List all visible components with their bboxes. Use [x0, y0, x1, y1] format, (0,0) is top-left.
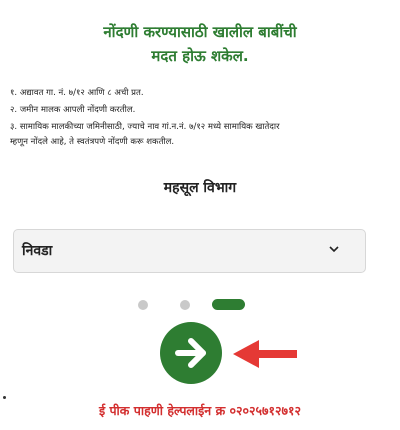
pagination-indicator: [0, 298, 400, 312]
department-select[interactable]: निवडा: [13, 229, 366, 273]
page-dot-1: [138, 300, 148, 310]
chevron-down-icon: [329, 246, 339, 253]
requirement-item: १. अद्यावत गा. नं. ७/१२ आणि ८ अची प्रत.: [10, 88, 144, 98]
requirement-item: ३. सामायिक मालकीच्या जमिनीसाठी, ज्याचे न…: [10, 122, 280, 132]
heading-line-2: मदत होऊ शकेल.: [151, 47, 249, 65]
heading-line-1: नोंदणी करण्यासाठी खालील बाबींची: [103, 23, 297, 41]
helpline-text: ई पीक पाहणी हेल्पलाईन क्र ०२०२५७१२७१२: [98, 403, 302, 418]
requirement-item: २. जमीन मालक आपली नोंदणी करतील.: [10, 105, 136, 115]
edge-mark: [3, 396, 6, 399]
page-dot-active: [212, 299, 245, 310]
arrow-right-icon: [175, 338, 206, 368]
select-value: निवडा: [22, 243, 53, 259]
requirements-list: १. अद्यावत गा. नं. ७/१२ आणि ८ अची प्रत. …: [10, 86, 390, 152]
department-label: महसूल विभाग: [163, 180, 237, 196]
requirement-item-continued: म्हणून नोंदले आहे, ते स्वतंत्रपणे नोंदणी…: [10, 137, 175, 147]
next-button[interactable]: [160, 322, 222, 384]
page-dot-2: [180, 300, 190, 310]
page-heading: नोंदणी करण्यासाठी खालील बाबींची मदत होऊ …: [0, 20, 400, 68]
pointer-arrow-icon: [233, 340, 297, 368]
